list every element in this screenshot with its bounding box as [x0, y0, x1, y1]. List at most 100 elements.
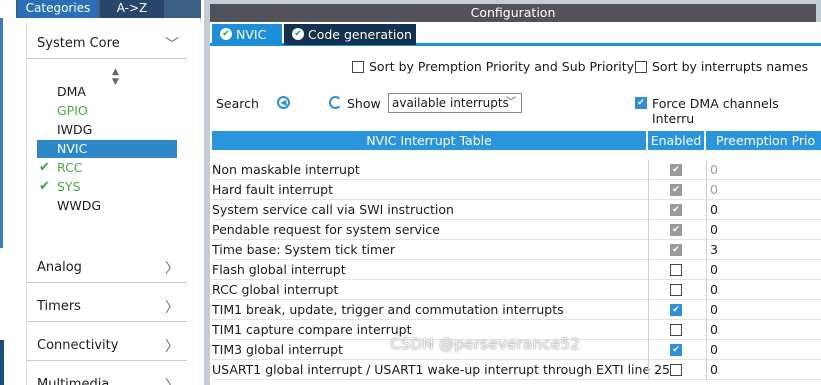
category-item-iwdg[interactable]: IWDG	[37, 121, 177, 139]
column-divider	[648, 160, 649, 180]
column-divider	[648, 200, 649, 220]
column-divider	[706, 220, 707, 240]
tab-a-to-z[interactable]: A->Z	[100, 0, 164, 18]
column-divider	[648, 340, 649, 360]
group-label: System Core	[37, 36, 120, 51]
preemption-priority-value[interactable]: 0	[710, 182, 718, 197]
configuration-panel: Configuration ✔ NVIC ✔ Code generation S…	[204, 0, 821, 385]
configuration-body: ✔ NVIC ✔ Code generation Sort by Prempti…	[210, 22, 821, 385]
chevron-right-icon: 〉	[165, 261, 179, 277]
tab-code-generation[interactable]: ✔ Code generation	[284, 24, 416, 45]
column-header-interrupt[interactable]: NVIC Interrupt Table	[212, 131, 646, 150]
category-item-sys[interactable]: ✔ SYS	[37, 178, 177, 196]
group-label: Connectivity	[37, 338, 119, 353]
search-label: Search	[216, 96, 259, 111]
column-header-enabled[interactable]: Enabled	[648, 131, 704, 150]
enabled-checkbox[interactable]	[670, 284, 682, 296]
preemption-priority-value[interactable]: 0	[710, 262, 718, 277]
sort-names-label: Sort by interrupts names	[652, 59, 809, 74]
interrupt-name: USART1 global interrupt / USART1 wake-up…	[212, 362, 671, 377]
category-item-nvic[interactable]: NVIC	[37, 140, 177, 158]
enabled-checkbox[interactable]	[670, 364, 682, 376]
category-item-wwdg[interactable]: WWDG	[37, 197, 177, 215]
column-header-preemption[interactable]: Preemption Prio	[706, 131, 821, 150]
show-select[interactable]: available interrupts ﹀	[388, 93, 522, 113]
column-divider	[648, 220, 649, 240]
preemption-priority-value[interactable]: 0	[710, 362, 718, 377]
preemption-priority-value[interactable]: 0	[710, 322, 718, 337]
column-divider	[648, 260, 649, 280]
tab-categories[interactable]: Categories	[18, 0, 98, 18]
category-item-rcc[interactable]: ✔ RCC	[37, 159, 177, 177]
preemption-priority-value[interactable]: 0	[710, 302, 718, 317]
show-label: Show	[347, 96, 381, 111]
interrupt-name: System service call via SWI instruction	[212, 202, 454, 217]
group-label: Multimedia	[37, 377, 110, 385]
table-row[interactable]: Time base: System tick timer ✔ 3	[212, 240, 821, 260]
column-divider	[648, 240, 649, 260]
table-row[interactable]: Flash global interrupt 0	[212, 260, 821, 280]
sort-priority-checkbox[interactable]	[352, 61, 364, 73]
enabled-checkbox[interactable]: ✔	[670, 304, 682, 316]
group-connectivity[interactable]: Connectivity 〉	[27, 331, 187, 361]
interrupt-name: Hard fault interrupt	[212, 182, 334, 197]
config-tabbar: ✔ NVIC ✔ Code generation	[210, 22, 821, 46]
table-row[interactable]: TIM1 break, update, trigger and commutat…	[212, 300, 821, 320]
category-item-gpio[interactable]: GPIO	[37, 102, 177, 120]
check-icon: ✔	[39, 160, 50, 175]
column-divider	[706, 240, 707, 260]
preemption-priority-value[interactable]: 3	[710, 242, 718, 257]
group-system-core[interactable]: System Core ﹀	[27, 29, 187, 59]
preemption-priority-value[interactable]: 0	[710, 282, 718, 297]
preemption-priority-value[interactable]: 0	[710, 202, 718, 217]
search-next-icon[interactable]	[329, 96, 342, 109]
interrupt-name: TIM1 capture compare interrupt	[212, 322, 412, 337]
interrupt-name: TIM1 break, update, trigger and commutat…	[212, 302, 564, 317]
interrupt-name: TIM3 global interrupt	[212, 342, 343, 357]
column-divider	[706, 280, 707, 300]
search-prev-icon[interactable]: ◀	[277, 96, 290, 109]
chevron-down-icon: ﹀	[506, 97, 516, 108]
edge-accent	[0, 18, 3, 248]
enabled-checkbox: ✔	[670, 164, 682, 176]
force-dma-checkbox[interactable]: ✔	[635, 97, 647, 109]
group-timers[interactable]: Timers 〉	[27, 292, 187, 322]
column-divider	[706, 320, 707, 340]
group-analog[interactable]: Analog 〉	[27, 253, 187, 283]
check-icon: ✔	[39, 179, 50, 194]
sort-priority-label: Sort by Premption Priority and Sub Prior…	[369, 59, 635, 74]
table-row[interactable]: Non maskable interrupt ✔ 0	[212, 160, 821, 180]
tab-nvic[interactable]: ✔ NVIC	[212, 24, 282, 45]
column-divider	[648, 300, 649, 320]
sort-names-checkbox[interactable]	[635, 61, 647, 73]
interrupt-name: Time base: System tick timer	[212, 242, 395, 257]
check-circle-icon: ✔	[220, 28, 232, 40]
preemption-priority-value[interactable]: 0	[710, 342, 718, 357]
table-row[interactable]: System service call via SWI instruction ✔…	[212, 200, 821, 220]
table-row[interactable]: RCC global interrupt 0	[212, 280, 821, 300]
enabled-checkbox[interactable]	[670, 324, 682, 336]
column-divider	[706, 300, 707, 320]
enabled-checkbox[interactable]	[670, 264, 682, 276]
preemption-priority-value[interactable]: 0	[710, 222, 718, 237]
categories-tabbar: Categories A->Z	[16, 0, 201, 18]
chevron-down-icon: ﹀	[165, 37, 179, 53]
preemption-priority-value[interactable]: 0	[710, 162, 718, 177]
table-row[interactable]: Hard fault interrupt ✔ 0	[212, 180, 821, 200]
force-dma-label: Force DMA channels Interru	[652, 96, 779, 126]
table-row[interactable]: Pendable request for system service ✔ 0	[212, 220, 821, 240]
group-label: Analog	[37, 260, 82, 275]
column-divider	[706, 180, 707, 200]
interrupt-name: RCC global interrupt	[212, 282, 339, 297]
column-divider	[706, 160, 707, 180]
chevron-right-icon: 〉	[165, 375, 179, 385]
column-divider	[648, 320, 649, 340]
category-item-dma[interactable]: DMA	[37, 83, 177, 101]
enabled-checkbox: ✔	[670, 184, 682, 196]
chevron-right-icon: 〉	[165, 300, 179, 316]
table-row[interactable]: USART1 global interrupt / USART1 wake-up…	[212, 360, 821, 380]
column-divider	[648, 360, 649, 380]
group-multimedia[interactable]: Multimedia 〉	[27, 370, 187, 385]
enabled-checkbox[interactable]: ✔	[670, 344, 682, 356]
column-divider	[706, 200, 707, 220]
